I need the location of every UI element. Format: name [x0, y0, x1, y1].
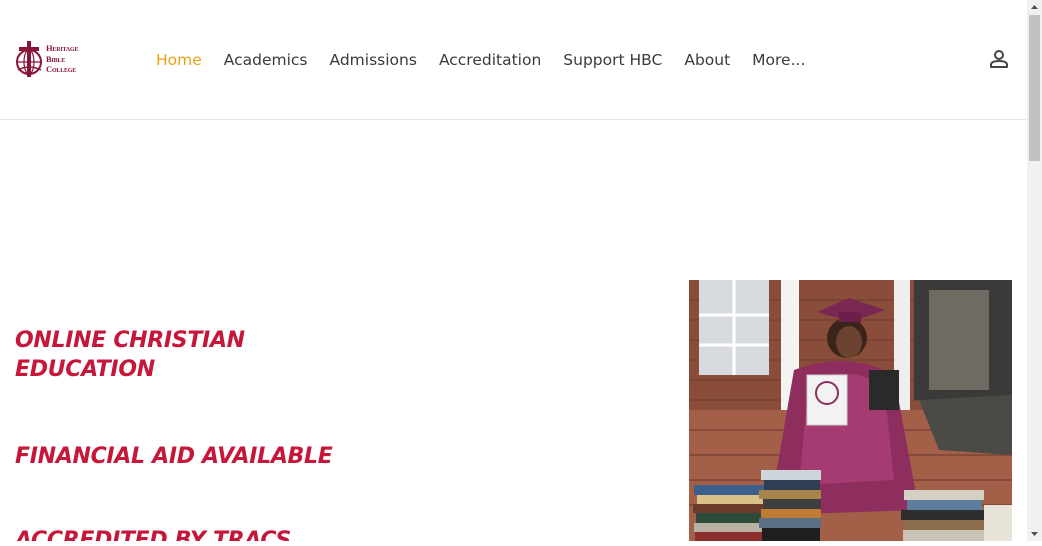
nav-home[interactable]: Home	[156, 49, 202, 71]
nav-support-hbc[interactable]: Support HBC	[563, 49, 662, 71]
nav-admissions[interactable]: Admissions	[330, 49, 417, 71]
hero-online-education: ONLINE CHRISTIAN EDUCATION	[15, 328, 245, 382]
hero-accreditation: ACCREDITED BY TRACS	[15, 528, 291, 541]
logo-wordmark: Heritage Bible College	[46, 43, 78, 75]
hero-financial-aid: FINANCIAL AID AVAILABLE	[15, 444, 333, 469]
scroll-up-arrow-icon[interactable]	[1027, 0, 1042, 15]
nav-about[interactable]: About	[684, 49, 730, 71]
user-account-icon[interactable]	[989, 49, 1009, 69]
logo-line-3: College	[46, 64, 77, 74]
cross-globe-logo-icon	[16, 41, 42, 77]
site-header: Heritage Bible College Home Academics Ad…	[0, 0, 1027, 120]
vertical-scrollbar[interactable]	[1027, 0, 1042, 541]
nav-academics[interactable]: Academics	[224, 49, 308, 71]
page: Heritage Bible College Home Academics Ad…	[0, 0, 1027, 541]
scrollbar-thumb[interactable]	[1029, 15, 1040, 161]
graduate-photo	[689, 280, 1012, 541]
site-logo[interactable]: Heritage Bible College	[15, 40, 95, 80]
nav-more[interactable]: More...	[752, 49, 805, 71]
nav-accreditation[interactable]: Accreditation	[439, 49, 541, 71]
logo-line-2: Bible	[46, 53, 66, 64]
main-nav: Home Academics Admissions Accreditation …	[156, 49, 827, 71]
scroll-down-arrow-icon[interactable]	[1027, 526, 1042, 541]
logo-line-1: Heritage	[46, 43, 79, 53]
